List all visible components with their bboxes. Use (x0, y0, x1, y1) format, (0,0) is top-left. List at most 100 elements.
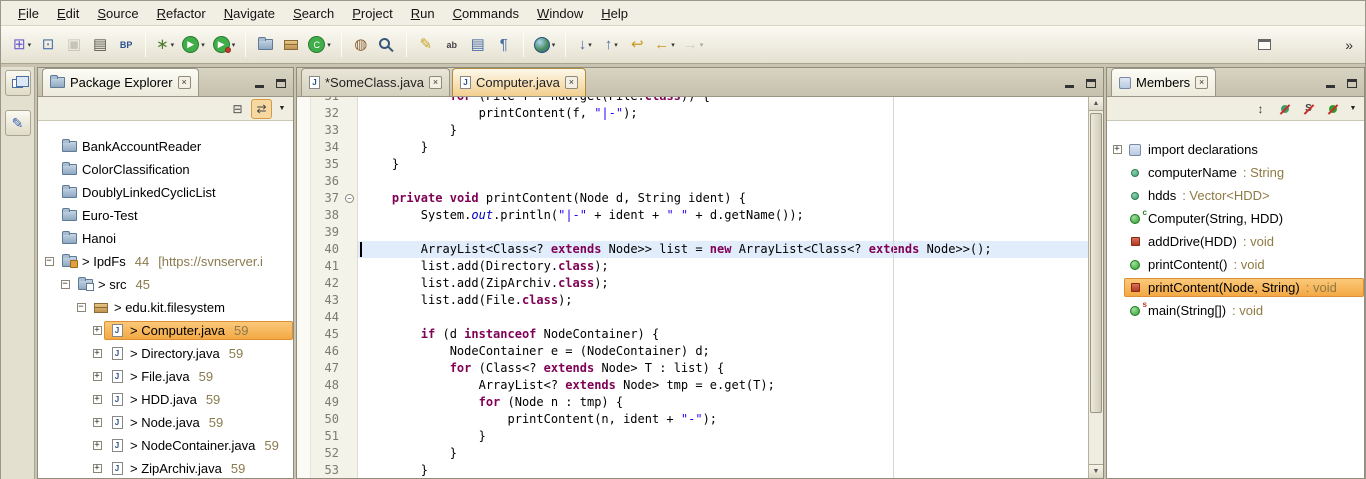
hide-static-members-button[interactable]: S (1298, 99, 1319, 119)
package-explorer-tab[interactable]: Package Explorer × (42, 68, 199, 96)
minimize-button[interactable] (1061, 74, 1078, 90)
show-selected-element-button[interactable]: ▤ (465, 31, 491, 58)
scroll-up-button[interactable]: ▲ (1089, 97, 1103, 111)
dropdown-arrow-icon[interactable]: ▾ (171, 41, 175, 49)
members-tab[interactable]: Members × (1111, 68, 1216, 96)
restore-view-button[interactable] (5, 70, 31, 96)
menu-window[interactable]: Window (528, 3, 592, 24)
editor-tab-computer-java[interactable]: JComputer.java× (452, 68, 586, 96)
tree-item-edu-kit-filesystem[interactable]: −> edu.kit.filesystem (38, 296, 293, 319)
member-item-computer-string-hdd[interactable]: cComputer(String, HDD) (1107, 207, 1364, 230)
menu-help[interactable]: Help (592, 3, 637, 24)
tree-item-computer-java[interactable]: +J> Computer.java59 (38, 319, 293, 342)
editor-tab-someclass-java[interactable]: J*SomeClass.java× (301, 68, 450, 96)
maximize-button[interactable] (272, 74, 289, 90)
tree-item-doublylinkedcycliclist[interactable]: DoublyLinkedCyclicList (38, 181, 293, 204)
expander-minus-icon[interactable]: − (74, 303, 88, 312)
members-list[interactable]: +import declarationscomputerName : Strin… (1107, 121, 1364, 478)
scrapbook-view-button[interactable]: ✎ (5, 110, 31, 136)
dropdown-arrow-icon[interactable]: ▾ (552, 41, 556, 49)
expander-plus-icon[interactable]: + (90, 441, 104, 450)
expander-plus-icon[interactable]: + (90, 418, 104, 427)
link-with-editor-button[interactable]: ⇄ (251, 99, 272, 119)
hide-fields-button[interactable] (1274, 99, 1295, 119)
package-explorer-tree[interactable]: BankAccountReaderColorClassificationDoub… (38, 121, 293, 478)
view-menu-button[interactable]: ▼ (275, 99, 289, 119)
open-resource-button[interactable]: ⊡ (35, 31, 61, 58)
tree-item-ziparchiv-java[interactable]: +J> ZipArchiv.java59 (38, 457, 293, 478)
show-whitespace-button[interactable]: ¶ (491, 31, 517, 58)
annotation-ruler[interactable] (297, 97, 311, 478)
export-jar-button[interactable]: ◍ (348, 31, 374, 58)
expander-minus-icon[interactable]: − (42, 257, 56, 266)
run-button[interactable]: ▶▾ (178, 31, 209, 58)
dropdown-arrow-icon[interactable]: ▾ (201, 41, 205, 49)
menu-project[interactable]: Project (343, 3, 401, 24)
show-breakpoints-button[interactable]: BP (113, 31, 139, 58)
close-icon[interactable]: × (429, 76, 442, 89)
run-coverage-button[interactable]: ▶▾ (209, 31, 240, 58)
web-browser-button[interactable]: ▾ (530, 31, 560, 58)
menu-edit[interactable]: Edit (48, 3, 88, 24)
next-annotation-button[interactable]: ↓▾ (572, 31, 598, 58)
menu-run[interactable]: Run (402, 3, 444, 24)
menu-navigate[interactable]: Navigate (215, 3, 284, 24)
collapse-all-button[interactable]: ⊟ (227, 99, 248, 119)
tree-item-nodecontainer-java[interactable]: +J> NodeContainer.java59 (38, 434, 293, 457)
minimize-button[interactable] (1322, 74, 1339, 90)
maximize-button[interactable] (1082, 74, 1099, 90)
dropdown-arrow-icon[interactable]: ▾ (671, 41, 675, 49)
expander-plus-icon[interactable]: + (90, 372, 104, 381)
vertical-scrollbar[interactable]: ▲ ▼ (1088, 97, 1103, 478)
scrollbar-thumb[interactable] (1090, 113, 1102, 413)
folding-ruler[interactable]: − (343, 97, 358, 478)
member-item-main-string[interactable]: smain(String[]) : void (1107, 299, 1364, 322)
minimize-button[interactable] (251, 74, 268, 90)
new-java-project-button[interactable] (252, 31, 278, 58)
member-item-computername[interactable]: computerName : String (1107, 161, 1364, 184)
close-icon[interactable]: × (178, 76, 191, 89)
expander-plus-icon[interactable]: + (90, 326, 104, 335)
member-item-adddrive-hdd[interactable]: addDrive(HDD) : void (1107, 230, 1364, 253)
menu-source[interactable]: Source (88, 3, 147, 24)
tree-item-node-java[interactable]: +J> Node.java59 (38, 411, 293, 434)
expander-plus-icon[interactable]: + (90, 464, 104, 473)
close-icon[interactable]: × (1195, 76, 1208, 89)
toolbar-overflow-chevron[interactable]: » (1341, 37, 1357, 53)
maximize-button[interactable] (1343, 74, 1360, 90)
dropdown-arrow-icon[interactable]: ▾ (700, 41, 704, 49)
expander-plus-icon[interactable]: + (90, 395, 104, 404)
search-button[interactable] (374, 31, 400, 58)
tree-item-hdd-java[interactable]: +J> HDD.java59 (38, 388, 293, 411)
tree-item-file-java[interactable]: +J> File.java59 (38, 365, 293, 388)
tree-item-bankaccountreader[interactable]: BankAccountReader (38, 135, 293, 158)
tree-item-euro-test[interactable]: Euro-Test (38, 204, 293, 227)
sort-members-button[interactable]: ↕ (1250, 99, 1271, 119)
member-item-hdds[interactable]: hdds : Vector<HDD> (1107, 184, 1364, 207)
tree-item-directory-java[interactable]: +J> Directory.java59 (38, 342, 293, 365)
new-class-button[interactable]: C▾ (304, 31, 335, 58)
tree-item-hanoi[interactable]: Hanoi (38, 227, 293, 250)
dropdown-arrow-icon[interactable]: ▾ (588, 41, 592, 49)
code-editor[interactable]: for (File f : hdd.get(File.class)) { pri… (358, 97, 1088, 478)
print-button[interactable]: ▤ (87, 31, 113, 58)
dropdown-arrow-icon[interactable]: ▾ (28, 41, 32, 49)
expander-plus-icon[interactable]: + (90, 349, 104, 358)
menu-commands[interactable]: Commands (444, 3, 528, 24)
hide-non-public-button[interactable] (1322, 99, 1343, 119)
menu-refactor[interactable]: Refactor (148, 3, 215, 24)
last-edit-location-button[interactable]: ↩ (624, 31, 650, 58)
pin-editor-button[interactable] (1251, 31, 1277, 58)
close-icon[interactable]: × (565, 76, 578, 89)
save-button[interactable]: ▣ (61, 31, 87, 58)
member-item-printcontent-node-string[interactable]: printContent(Node, String) : void (1107, 276, 1364, 299)
new-package-button[interactable] (278, 31, 304, 58)
debug-button[interactable]: ∗▾ (152, 31, 178, 58)
fold-collapse-icon[interactable]: − (345, 194, 354, 203)
menu-file[interactable]: File (9, 3, 48, 24)
new-wizard-button[interactable]: ⊞▾ (9, 31, 35, 58)
back-button[interactable]: ←▾ (650, 31, 679, 58)
view-menu-button[interactable]: ▼ (1346, 99, 1360, 119)
dropdown-arrow-icon[interactable]: ▾ (232, 41, 236, 49)
menu-search[interactable]: Search (284, 3, 343, 24)
